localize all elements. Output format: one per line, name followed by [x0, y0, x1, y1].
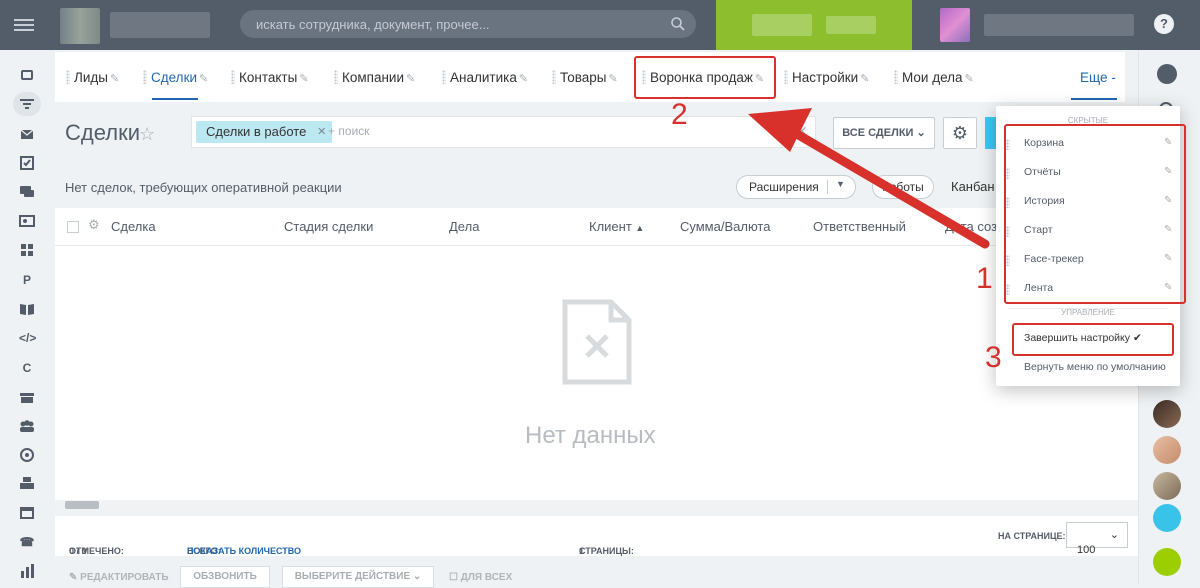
annotation-number: 2 — [671, 98, 688, 131]
manage-section-header: УПРАВЛЕНИЕ — [1061, 308, 1115, 317]
annotation-number: 3 — [985, 341, 1002, 374]
annotation-box-hidden — [1004, 124, 1186, 304]
reset-menu-item[interactable]: Вернуть меню по умолчанию — [1024, 361, 1166, 373]
annotation-box-finish — [1012, 323, 1174, 356]
annotation-number: 1 — [976, 262, 993, 295]
annotation-box-funnel — [634, 56, 776, 99]
